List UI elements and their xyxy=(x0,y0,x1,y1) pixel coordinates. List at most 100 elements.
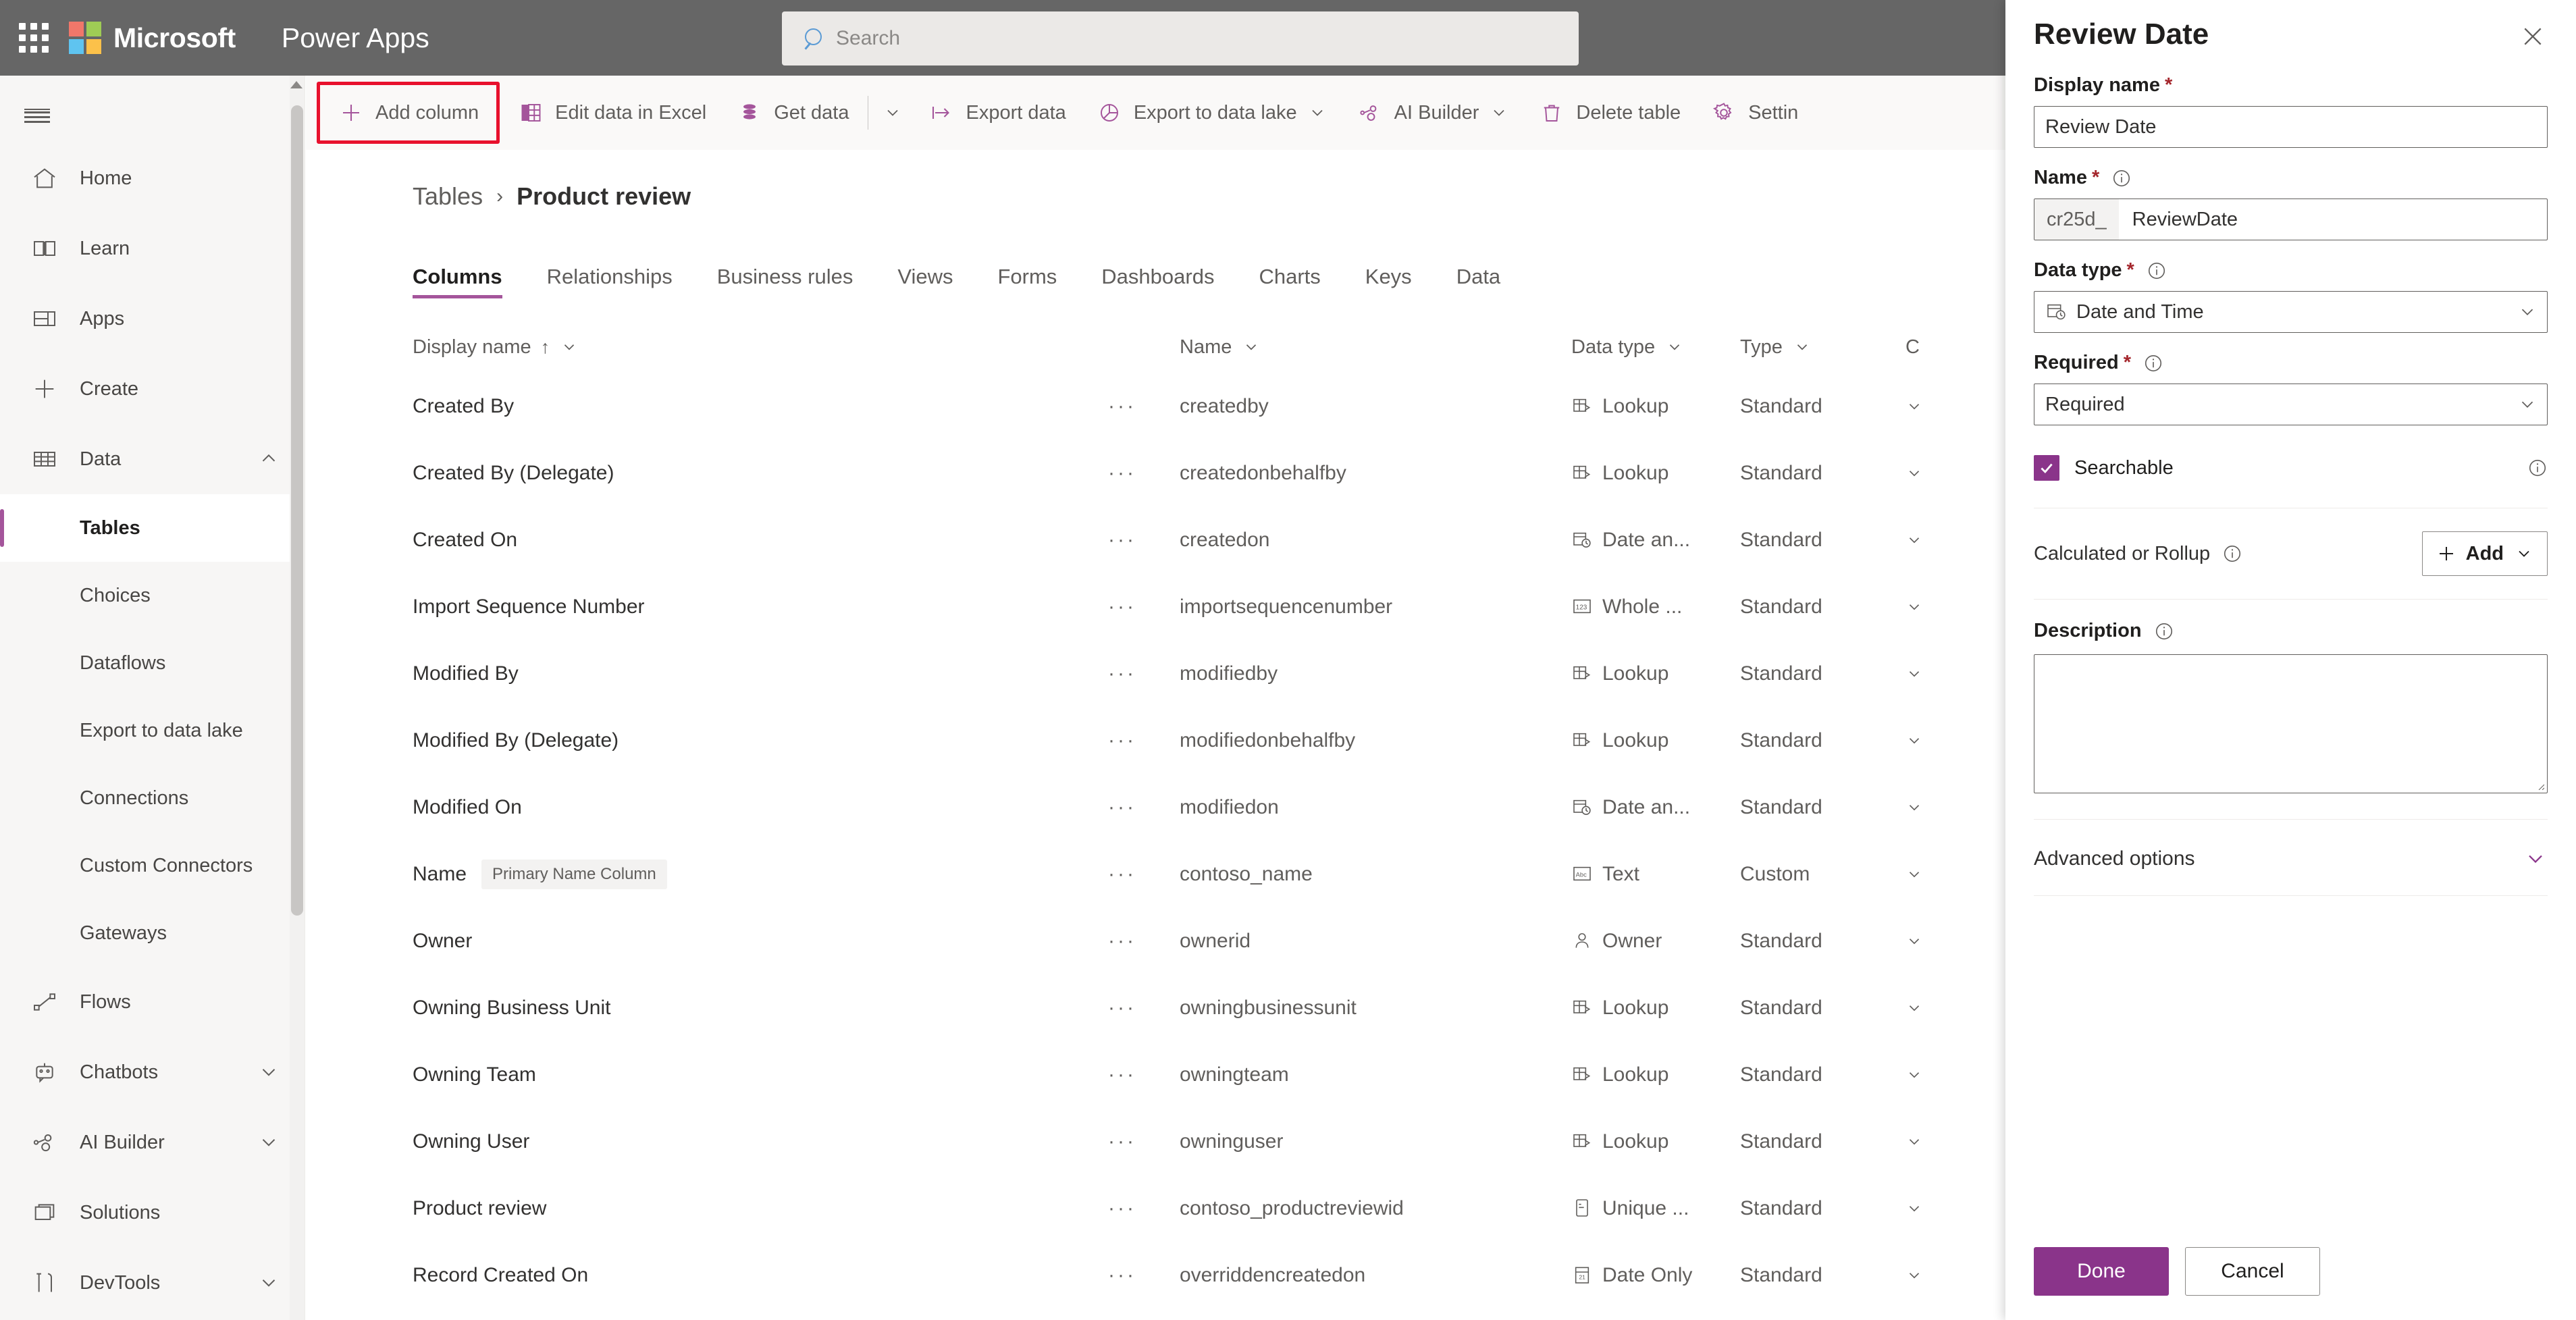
command-overflow-button[interactable] xyxy=(872,86,913,139)
cancel-button[interactable]: Cancel xyxy=(2185,1247,2320,1296)
column-header-name[interactable]: Name xyxy=(1180,336,1571,359)
chevron-down-icon[interactable] xyxy=(257,1271,280,1294)
cell-row-chevron[interactable] xyxy=(1905,932,2014,950)
display-name-input[interactable]: Review Date xyxy=(2034,106,2548,148)
tab-columns[interactable]: Columns xyxy=(413,265,502,298)
tab-relationships[interactable]: Relationships xyxy=(547,265,673,298)
search-input[interactable]: Search xyxy=(782,11,1579,65)
cell-row-chevron[interactable] xyxy=(1905,598,2014,616)
sidebar-item-export-to-data-lake[interactable]: Export to data lake xyxy=(0,697,305,764)
description-textarea[interactable] xyxy=(2034,654,2548,793)
advanced-options-toggle[interactable]: Advanced options xyxy=(2034,847,2548,871)
row-menu-button[interactable]: ··· xyxy=(1108,1197,1180,1220)
scroll-up-arrow-icon[interactable] xyxy=(290,81,303,88)
cell-row-chevron[interactable] xyxy=(1905,531,2014,549)
sidebar-item-devtools[interactable]: DevTools xyxy=(0,1248,305,1318)
info-icon[interactable] xyxy=(2154,621,2174,641)
cell-row-chevron[interactable] xyxy=(1905,665,2014,683)
breadcrumb-tables-link[interactable]: Tables xyxy=(413,182,483,211)
cell-row-chevron[interactable] xyxy=(1905,866,2014,883)
data-type-select[interactable]: Date and Time xyxy=(2034,291,2548,333)
row-menu-button[interactable]: ··· xyxy=(1108,997,1180,1020)
chevron-down-icon[interactable] xyxy=(1308,103,1327,122)
sidebar-item-flows[interactable]: Flows xyxy=(0,967,305,1037)
chevron-down-icon[interactable] xyxy=(1905,398,1923,415)
row-menu-button[interactable]: ··· xyxy=(1108,395,1180,418)
chevron-down-icon[interactable] xyxy=(1905,999,1923,1017)
searchable-checkbox[interactable] xyxy=(2034,455,2059,481)
tab-forms[interactable]: Forms xyxy=(997,265,1057,298)
cell-row-chevron[interactable] xyxy=(1905,799,2014,816)
chevron-down-icon[interactable] xyxy=(1905,531,1923,549)
chevron-down-icon[interactable] xyxy=(1905,1267,1923,1284)
sidebar-item-chatbots[interactable]: Chatbots xyxy=(0,1037,305,1107)
info-icon[interactable] xyxy=(2527,458,2548,478)
add-calculated-rollup-button[interactable]: Add xyxy=(2421,531,2548,576)
tab-dashboards[interactable]: Dashboards xyxy=(1101,265,1214,298)
cell-row-chevron[interactable] xyxy=(1905,1066,2014,1084)
chevron-down-icon[interactable] xyxy=(1666,338,1683,356)
column-header-display-name[interactable]: Display name ↑ xyxy=(413,336,1108,359)
row-menu-button[interactable]: ··· xyxy=(1108,1264,1180,1287)
tab-data[interactable]: Data xyxy=(1456,265,1500,298)
row-menu-button[interactable]: ··· xyxy=(1108,1063,1180,1086)
cell-row-chevron[interactable] xyxy=(1905,1133,2014,1151)
export-data-button[interactable]: Export data xyxy=(913,86,1080,139)
tab-business-rules[interactable]: Business rules xyxy=(717,265,853,298)
row-menu-button[interactable]: ··· xyxy=(1108,529,1180,552)
chevron-down-icon[interactable] xyxy=(1905,1066,1923,1084)
chevron-down-icon[interactable] xyxy=(2515,544,2533,563)
row-menu-button[interactable]: ··· xyxy=(1108,462,1180,485)
cell-row-chevron[interactable] xyxy=(1905,398,2014,415)
sidebar-scrollbar-thumb[interactable] xyxy=(291,105,303,916)
chevron-down-icon[interactable] xyxy=(1905,598,1923,616)
sidebar-item-choices[interactable]: Choices xyxy=(0,562,305,629)
info-icon[interactable] xyxy=(2147,261,2167,281)
done-button[interactable]: Done xyxy=(2034,1247,2169,1296)
cell-row-chevron[interactable] xyxy=(1905,465,2014,482)
sidebar-item-ai-builder[interactable]: AI Builder xyxy=(0,1107,305,1178)
sidebar-item-custom-connectors[interactable]: Custom Connectors xyxy=(0,832,305,899)
ai-builder-button[interactable]: AI Builder xyxy=(1342,86,1524,139)
delete-table-button[interactable]: Delete table xyxy=(1523,86,1696,139)
cell-row-chevron[interactable] xyxy=(1905,1200,2014,1217)
sidebar-scrollbar[interactable] xyxy=(290,76,305,1320)
chevron-down-icon[interactable] xyxy=(560,338,578,356)
settings-button[interactable]: Settin xyxy=(1696,86,1813,139)
chevron-down-icon[interactable] xyxy=(257,1061,280,1084)
info-icon[interactable] xyxy=(2143,353,2163,373)
row-menu-button[interactable]: ··· xyxy=(1108,863,1180,886)
chevron-down-icon[interactable] xyxy=(1242,338,1260,356)
sidebar-item-dataflows[interactable]: Dataflows xyxy=(0,629,305,697)
chevron-down-icon[interactable] xyxy=(2523,847,2548,871)
row-menu-button[interactable]: ··· xyxy=(1108,596,1180,618)
chevron-down-icon[interactable] xyxy=(1490,103,1508,122)
sidebar-item-connections[interactable]: Connections xyxy=(0,764,305,832)
row-menu-button[interactable]: ··· xyxy=(1108,796,1180,819)
chevron-down-icon[interactable] xyxy=(2517,302,2538,322)
tab-keys[interactable]: Keys xyxy=(1365,265,1412,298)
sidebar-item-data[interactable]: Data xyxy=(0,424,305,494)
tab-charts[interactable]: Charts xyxy=(1259,265,1320,298)
add-column-button[interactable]: Add column xyxy=(323,86,494,139)
sidebar-item-gateways[interactable]: Gateways xyxy=(0,899,305,967)
column-header-type[interactable]: Type xyxy=(1740,336,1905,359)
app-launcher-icon[interactable] xyxy=(16,20,51,55)
chevron-down-icon[interactable] xyxy=(1793,338,1811,356)
resize-grip-icon[interactable] xyxy=(2535,781,2544,790)
row-menu-button[interactable]: ··· xyxy=(1108,1130,1180,1153)
cell-row-chevron[interactable] xyxy=(1905,999,2014,1017)
row-menu-button[interactable]: ··· xyxy=(1108,662,1180,685)
get-data-button[interactable]: Get data xyxy=(721,86,864,139)
close-icon[interactable] xyxy=(2514,18,2552,55)
column-header-custom[interactable]: C xyxy=(1905,336,2014,359)
sidebar-item-solutions[interactable]: Solutions xyxy=(0,1178,305,1248)
chevron-down-icon[interactable] xyxy=(1905,866,1923,883)
cell-row-chevron[interactable] xyxy=(1905,732,2014,749)
required-select[interactable]: Required xyxy=(2034,384,2548,425)
app-title[interactable]: Power Apps xyxy=(282,22,429,54)
name-value[interactable]: ReviewDate xyxy=(2119,199,2547,240)
row-menu-button[interactable]: ··· xyxy=(1108,729,1180,752)
edit-data-in-excel-button[interactable]: X Edit data in Excel xyxy=(502,86,721,139)
column-header-data-type[interactable]: Data type xyxy=(1571,336,1740,359)
